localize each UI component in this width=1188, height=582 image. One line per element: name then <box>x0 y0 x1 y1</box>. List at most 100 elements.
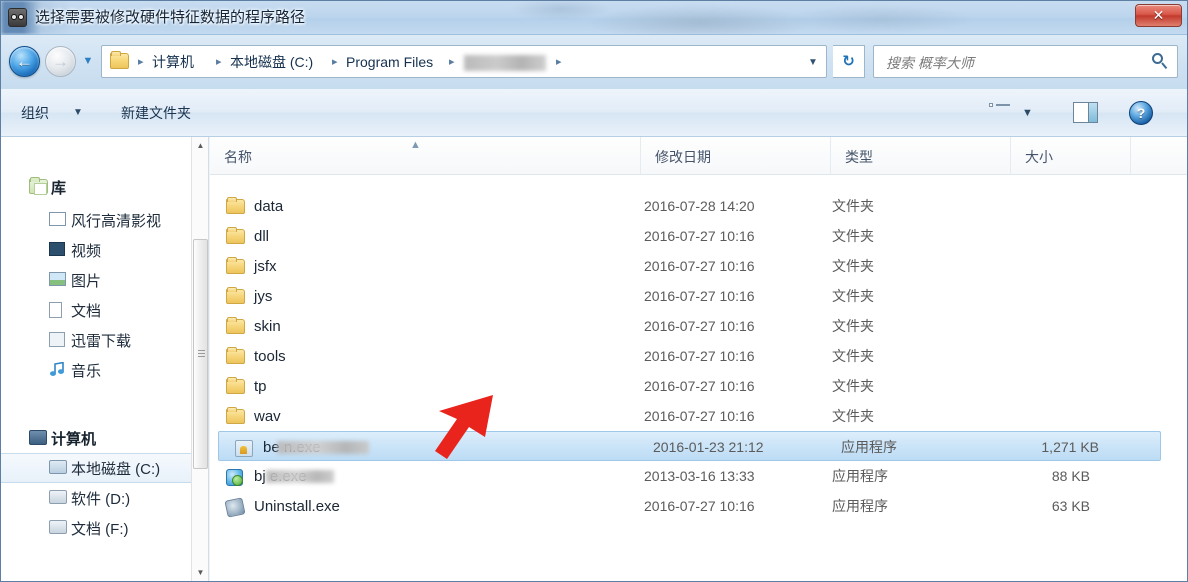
table-row[interactable]: bj e.exe 2013-03-16 13:33 应用程序 88 KB <box>210 461 1187 491</box>
table-row[interactable]: data 2016-07-28 14:20 文件夹 <box>210 191 1187 221</box>
file-type-cell: 文件夹 <box>832 408 874 424</box>
search-input[interactable]: 搜索 概率大师 <box>873 45 1178 78</box>
sidebar-item-7[interactable]: 计算机 <box>1 423 208 453</box>
organize-chevron-down-icon[interactable]: ▼ <box>73 107 83 118</box>
folder-icon <box>226 376 246 395</box>
file-name-cell: bj e.exe <box>226 461 307 491</box>
file-type-cell: 应用程序 <box>832 498 888 514</box>
column-header-date[interactable]: 修改日期 <box>641 137 831 175</box>
search-icon <box>1151 53 1168 70</box>
documents-icon <box>49 301 71 319</box>
table-row[interactable]: jsfx 2016-07-27 10:16 文件夹 <box>210 251 1187 281</box>
sidebar-item-label: 迅雷下载 <box>71 332 132 350</box>
sidebar-item-8[interactable]: 本地磁盘 (C:) <box>1 453 208 483</box>
back-button[interactable]: ← <box>9 46 40 77</box>
file-type-cell: 应用程序 <box>841 439 897 455</box>
file-name-label: bj e.exe <box>254 467 307 485</box>
organize-button[interactable]: 组织 <box>21 102 49 124</box>
file-type-cell: 文件夹 <box>832 378 874 394</box>
sidebar-item-label: 库 <box>51 179 67 197</box>
file-size-cell: 1,271 KB <box>1041 439 1099 455</box>
sidebar-scroll-thumb[interactable] <box>193 239 208 469</box>
close-button[interactable]: ✕ <box>1135 4 1182 27</box>
column-header-type[interactable]: 类型 <box>831 137 1011 175</box>
table-row[interactable]: Uninstall.exe 2016-07-27 10:16 应用程序 63 KB <box>210 491 1187 521</box>
scroll-down-arrow-icon[interactable]: ▼ <box>192 564 208 581</box>
breadcrumb-separator[interactable]: ▸ <box>449 51 455 74</box>
folder-icon <box>226 226 246 245</box>
view-options-icon[interactable] <box>989 103 1011 123</box>
uninstall-icon <box>224 496 246 518</box>
sidebar-item-2[interactable]: 视频 <box>1 235 208 265</box>
file-list-pane: 名称 修改日期 类型 大小 ▲ data 2016-07-28 14:20 文件夹 d… <box>210 137 1187 581</box>
file-name-label: data <box>254 197 284 215</box>
recent-locations-chevron-down-icon[interactable]: ▼ <box>81 54 95 68</box>
forward-button[interactable]: → <box>45 46 76 77</box>
view-chevron-down-icon[interactable]: ▼ <box>1022 107 1033 119</box>
breadcrumb-separator[interactable]: ▸ <box>556 51 562 74</box>
sidebar-scrollbar[interactable]: ▲ ▼ <box>191 137 208 581</box>
sidebar-item-0[interactable]: 库 <box>1 172 208 202</box>
search-placeholder: 搜索 概率大师 <box>886 55 974 71</box>
column-header-name[interactable]: 名称 <box>210 137 641 175</box>
file-type-cell: 文件夹 <box>832 348 874 364</box>
file-name-label: Uninstall.exe <box>254 497 340 515</box>
table-row[interactable]: jys 2016-07-27 10:16 文件夹 <box>210 281 1187 311</box>
file-size-cell <box>950 311 1090 341</box>
sidebar-item-6[interactable]: 音乐 <box>1 355 208 385</box>
sort-ascending-icon: ▲ <box>410 139 421 151</box>
new-folder-button[interactable]: 新建文件夹 <box>121 102 191 124</box>
file-name-cell: jsfx <box>226 251 277 281</box>
breadcrumb-redacted-folder[interactable] <box>464 55 546 71</box>
table-row[interactable]: tp 2016-07-27 10:16 文件夹 <box>210 371 1187 401</box>
library-icon <box>29 177 51 196</box>
sidebar-item-4[interactable]: 文档 <box>1 295 208 325</box>
breadcrumb-separator[interactable]: ▸ <box>138 51 144 74</box>
folder-icon <box>226 346 246 365</box>
folder-icon <box>110 51 129 69</box>
breadcrumb-local-disk-c[interactable]: 本地磁盘 (C:) <box>230 51 313 74</box>
file-type-cell: 文件夹 <box>832 228 874 244</box>
file-date-cell: 2016-07-27 10:16 <box>644 378 755 394</box>
scroll-up-arrow-icon[interactable]: ▲ <box>192 137 208 154</box>
file-name-label: jys <box>254 287 273 305</box>
file-name-label: dll <box>254 227 270 245</box>
sidebar-item-1[interactable]: 风行高清影视 <box>1 205 208 235</box>
forward-arrow-icon: → <box>52 52 69 71</box>
table-row[interactable]: wav 2016-07-27 10:16 文件夹 <box>210 401 1187 431</box>
preview-pane-icon[interactable] <box>1073 102 1098 123</box>
file-type-cell: 文件夹 <box>832 318 874 334</box>
address-bar[interactable]: ▸ 计算机 ▸ 本地磁盘 (C:) ▸ Program Files ▸ ▸ ▼ <box>101 45 827 78</box>
file-name-label: tools <box>254 347 286 365</box>
file-size-cell: 88 KB <box>1051 468 1090 484</box>
sidebar-item-3[interactable]: 图片 <box>1 265 208 295</box>
column-header-size[interactable]: 大小 <box>1011 137 1131 175</box>
file-name-cell: jys <box>226 281 272 311</box>
breadcrumb-computer[interactable]: 计算机 <box>152 51 194 74</box>
table-row[interactable]: tools 2016-07-27 10:16 文件夹 <box>210 341 1187 371</box>
breadcrumb-separator[interactable]: ▸ <box>332 51 338 74</box>
table-row[interactable]: be n.exe 2016-01-23 21:12 应用程序 1,271 KB <box>218 431 1161 461</box>
navigation-pane: 库风行高清影视视频 图片 文档迅雷下载音乐计算机本地磁盘 (C:) 软件 (D:) 文档… <box>1 137 209 581</box>
breadcrumb-program-files[interactable]: Program Files <box>346 51 433 74</box>
sidebar-item-10[interactable]: 文档 (F:) <box>1 513 208 543</box>
refresh-icon: ↻ <box>842 53 855 70</box>
robot-face-icon <box>8 8 27 27</box>
refresh-button[interactable]: ↻ <box>833 45 865 78</box>
sidebar-item-label: 风行高清影视 <box>71 212 162 230</box>
file-date-cell: 2016-07-27 10:16 <box>644 288 755 304</box>
sidebar-item-label: 本地磁盘 (C:) <box>71 460 161 478</box>
file-date-cell: 2016-07-27 10:16 <box>644 258 755 274</box>
help-icon[interactable]: ? <box>1129 101 1153 125</box>
music-icon <box>49 361 71 379</box>
address-chevron-down-icon[interactable]: ▼ <box>806 56 820 70</box>
file-name-cell: skin <box>226 311 281 341</box>
breadcrumb-separator[interactable]: ▸ <box>216 51 222 74</box>
table-row[interactable]: dll 2016-07-27 10:16 文件夹 <box>210 221 1187 251</box>
sidebar-item-5[interactable]: 迅雷下载 <box>1 325 208 355</box>
sidebar-item-9[interactable]: 软件 (D:) <box>1 483 208 513</box>
table-row[interactable]: skin 2016-07-27 10:16 文件夹 <box>210 311 1187 341</box>
file-size-cell <box>950 401 1090 431</box>
file-date-cell: 2016-01-23 21:12 <box>653 439 764 455</box>
drive-icon <box>49 489 71 507</box>
